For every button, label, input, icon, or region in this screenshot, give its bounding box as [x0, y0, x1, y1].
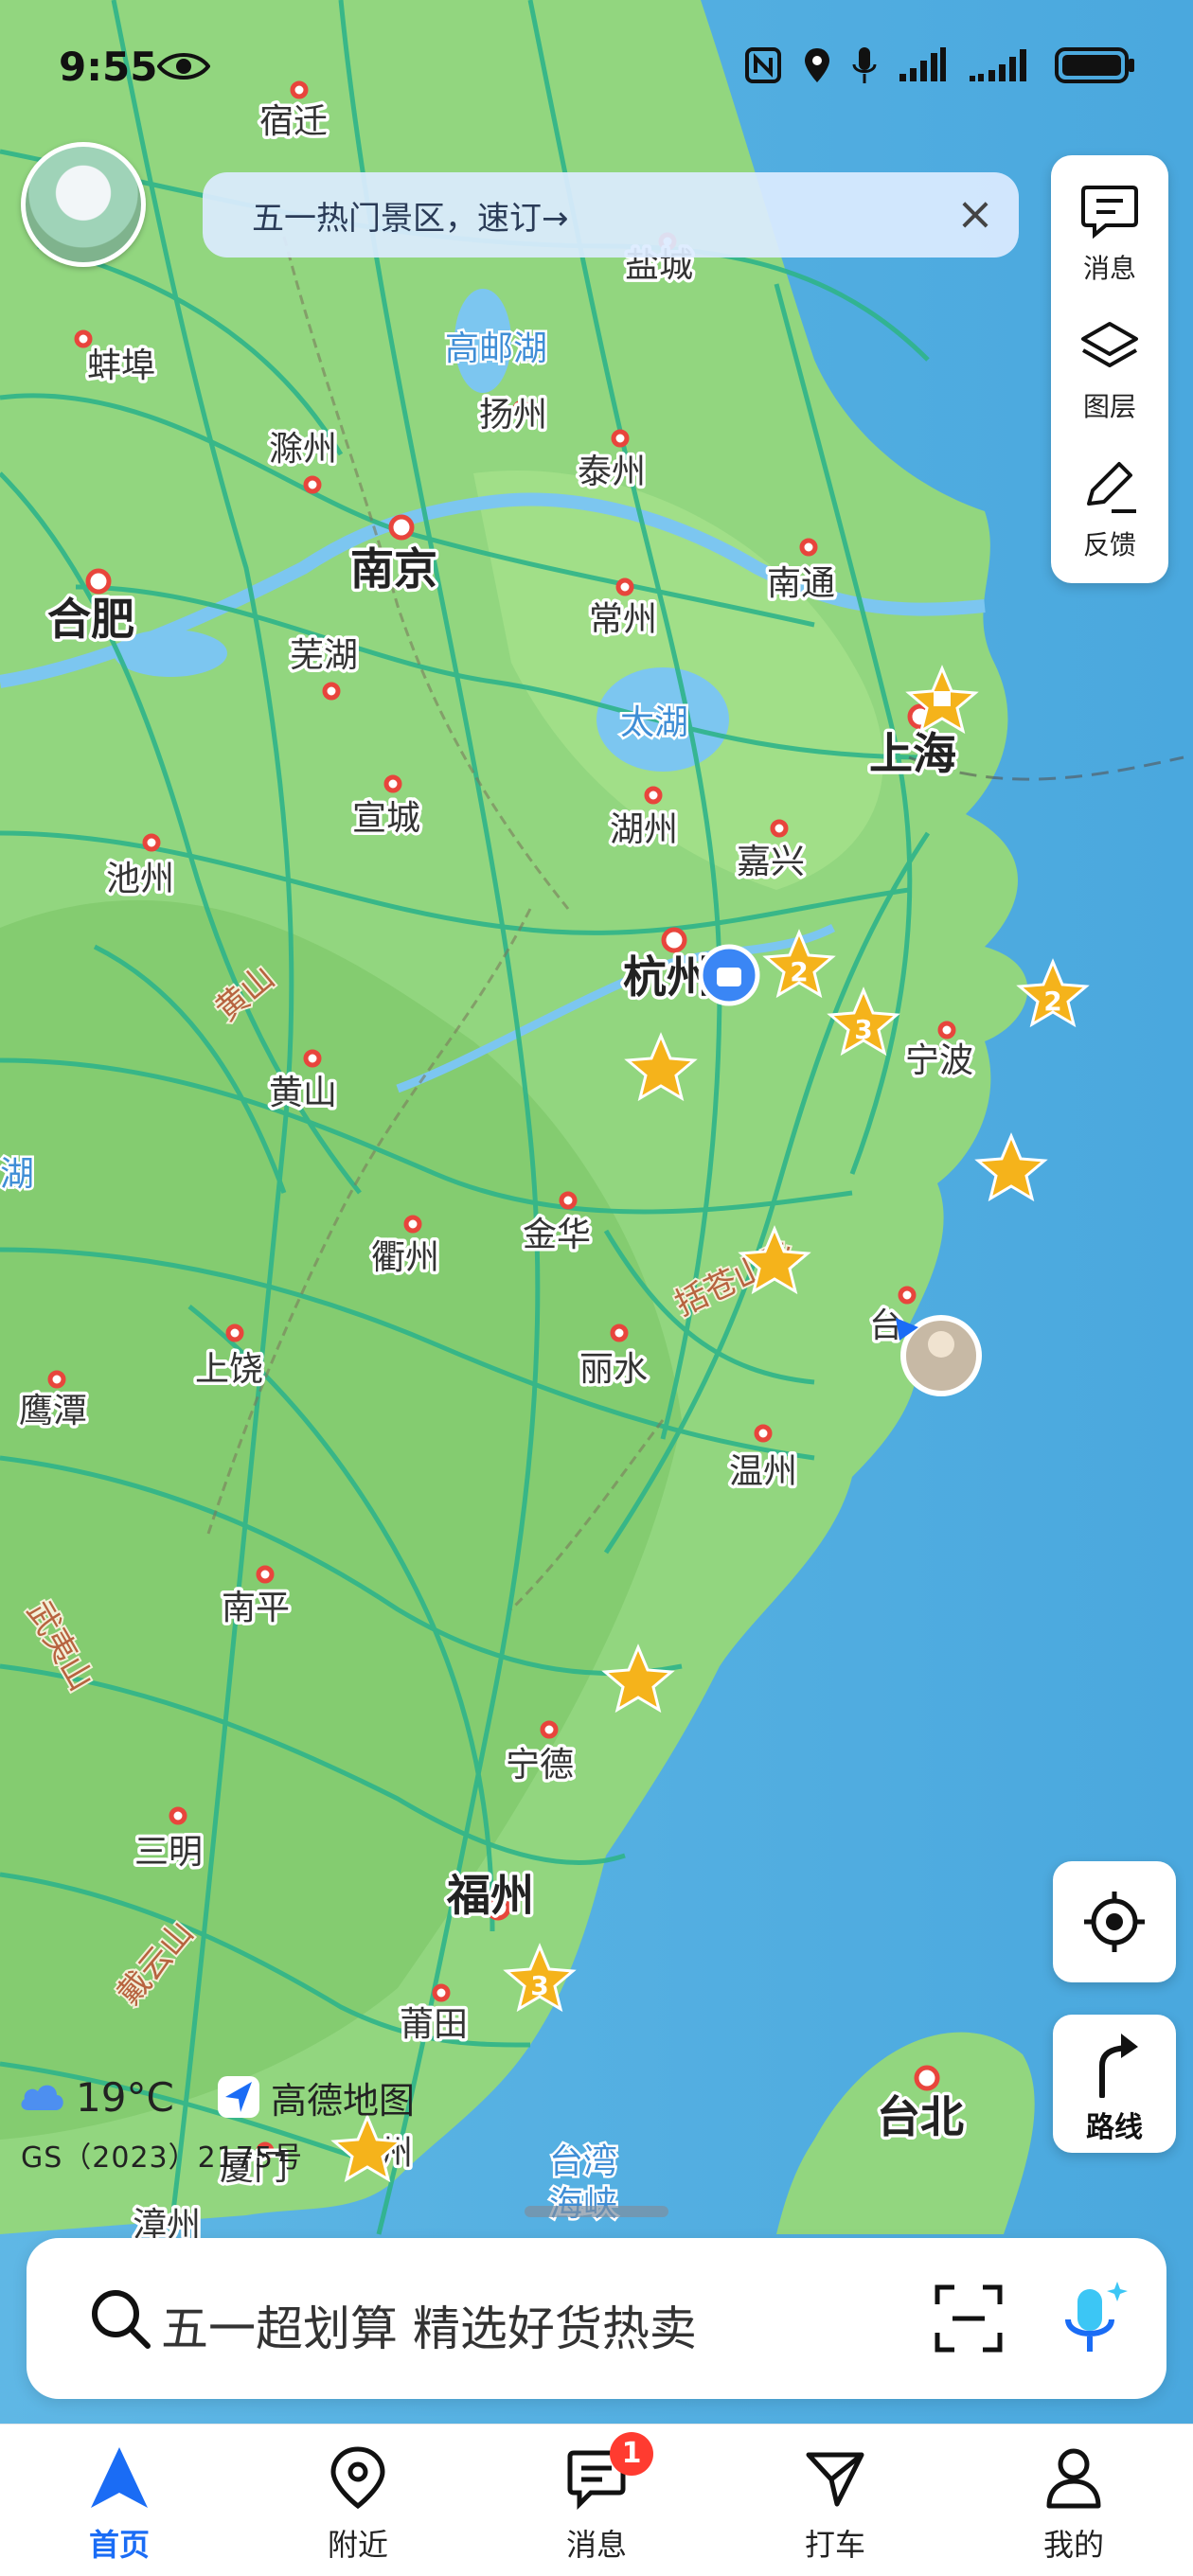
tab-messages-label: 消息	[565, 2527, 627, 2563]
status-time: 9:55	[59, 44, 158, 90]
map-city-yingtan[interactable]: 鹰潭	[16, 1389, 91, 1434]
tab-nearby-label: 附近	[327, 2527, 388, 2563]
map-city-changzhou[interactable]: 常州	[586, 597, 661, 643]
cluster-count: 2	[1043, 986, 1061, 1017]
status-icons	[744, 45, 1136, 85]
map-city-nantong[interactable]: 南通	[764, 561, 839, 607]
tab-home[interactable]: 首页	[0, 2425, 239, 2576]
messages-badge: 1	[610, 2432, 653, 2476]
map-city-chizhou[interactable]: 池州	[103, 857, 178, 902]
map-city-hangzhou[interactable]: 杭州	[620, 949, 714, 1006]
map-city-yangzhou[interactable]: 扬州	[476, 393, 551, 438]
map-label-taiwan-strait-2: 海峡	[549, 2185, 617, 2224]
search-input[interactable]: 五一超划算 精选好货热卖	[161, 2291, 697, 2359]
map-city-shanghai[interactable]: 上海	[866, 725, 960, 783]
location-pin-icon	[330, 2446, 385, 2510]
scan-icon[interactable]	[934, 2283, 1004, 2354]
cloud-icon	[21, 2085, 63, 2110]
map-city-fuzhou[interactable]: 福州	[443, 1867, 538, 1925]
navigation-arrow-icon	[91, 2447, 148, 2508]
brand-name: 高德地图	[271, 2079, 416, 2122]
map-city-ningde[interactable]: 宁德	[503, 1743, 578, 1788]
avatar[interactable]	[21, 142, 146, 267]
layers-button[interactable]: 图层	[1051, 299, 1168, 432]
cluster-count: 3	[854, 1014, 872, 1045]
map-city-hefei[interactable]: 合肥	[45, 591, 138, 648]
signal-strength-2-icon	[970, 49, 1026, 81]
map-city-sanming[interactable]: 三明	[132, 1830, 206, 1875]
tab-mine-label: 我的	[1042, 2527, 1104, 2563]
message-icon	[1081, 186, 1138, 240]
map-city-taibei[interactable]: 台北	[874, 2088, 968, 2146]
eye-icon	[157, 53, 210, 80]
map-city-wenzhou[interactable]: 温州	[726, 1449, 801, 1495]
user-icon	[1046, 2448, 1101, 2509]
tab-messages[interactable]: 1 消息	[477, 2425, 716, 2576]
tab-nearby[interactable]: 附近	[239, 2425, 477, 2576]
map-label-taiwan-strait-1: 台湾	[549, 2142, 617, 2181]
route-button[interactable]: 路线	[1053, 2015, 1176, 2153]
map-tools-panel: 消息 图层 反馈	[1051, 155, 1168, 583]
tab-mine[interactable]: 我的	[954, 2425, 1193, 2576]
status-bar: 9:55	[0, 0, 1193, 133]
cluster-count: 3	[530, 1970, 548, 2001]
weather-widget[interactable]: 19°C	[17, 2073, 174, 2121]
bottom-tab-bar: 首页 附近 1 消息 打车 我的	[0, 2424, 1193, 2576]
map-label-tai-lake: 太湖	[620, 703, 688, 742]
search-icon	[92, 2290, 151, 2349]
map-city-jiaxing[interactable]: 嘉兴	[734, 840, 809, 885]
map-city-shangrao[interactable]: 上饶	[192, 1347, 267, 1393]
map-city-putian[interactable]: 莆田	[397, 2002, 472, 2048]
amap-logo-icon	[218, 2076, 259, 2118]
tab-taxi[interactable]: 打车	[716, 2425, 954, 2576]
layers-icon	[1081, 322, 1138, 367]
map-city-lishui[interactable]: 丽水	[577, 1347, 651, 1393]
map-city-wuhu[interactable]: 芜湖	[287, 633, 362, 679]
map-city-huzhou[interactable]: 湖州	[607, 808, 682, 853]
map-label-gaoyou-lake: 高邮湖	[445, 329, 547, 368]
weather-temperature: 19°C	[76, 2073, 174, 2121]
crosshair-icon	[1084, 1892, 1145, 1952]
signal-strength-icon	[899, 47, 946, 81]
map-city-quzhou[interactable]: 衢州	[368, 1235, 443, 1281]
map-city-taizhou-js[interactable]: 泰州	[575, 450, 650, 495]
map-city-bengbu[interactable]: 蚌埠	[84, 344, 159, 389]
bag-poi-hangzhou[interactable]	[698, 944, 760, 1006]
promo-banner-text[interactable]: 五一热门景区，速订→	[252, 192, 569, 239]
voice-microphone-icon[interactable]	[1049, 2276, 1134, 2361]
map-canvas[interactable]: 高邮湖 太湖 台湾 海峡 湖 黄山 括苍山脉 武夷山 戴云山 宿迁 盐城 蚌埠 …	[0, 0, 1193, 2575]
search-card[interactable]: 五一超划算 精选好货热卖	[27, 2238, 1166, 2399]
brand-logo: 高德地图	[216, 2073, 416, 2122]
drag-handle[interactable]	[525, 2206, 668, 2217]
route-label: 路线	[1086, 2111, 1143, 2144]
feedback-edit-icon	[1087, 462, 1136, 513]
map-license: GS（2023）2175号	[21, 2141, 303, 2175]
map-city-huangshan[interactable]: 黄山	[266, 1071, 341, 1116]
feedback-label: 反馈	[1082, 529, 1136, 560]
messages-button[interactable]: 消息	[1051, 161, 1168, 293]
battery-icon	[1055, 47, 1134, 83]
map-city-xuancheng[interactable]: 宣城	[349, 796, 424, 842]
layers-label: 图层	[1082, 391, 1136, 422]
map-city-nanping[interactable]: 南平	[219, 1586, 294, 1631]
map-city-nanjing[interactable]: 南京	[347, 541, 441, 598]
map-city-ningbo[interactable]: 宁波	[902, 1039, 977, 1084]
feedback-button[interactable]: 反馈	[1051, 437, 1168, 570]
cluster-count: 2	[790, 956, 808, 987]
tab-taxi-label: 打车	[804, 2527, 865, 2563]
locate-me-button[interactable]	[1053, 1861, 1176, 1982]
route-arrow-icon	[1099, 2034, 1138, 2098]
promo-banner[interactable]: 五一热门景区，速订→ ×	[203, 172, 1019, 258]
map-city-chuzhou[interactable]: 滁州	[266, 427, 341, 472]
messages-label: 消息	[1082, 253, 1136, 284]
location-icon	[805, 48, 829, 82]
microphone-icon	[852, 47, 877, 83]
tab-home-label: 首页	[88, 2527, 150, 2563]
close-icon[interactable]: ×	[949, 187, 1002, 240]
map-label-lake-edge: 湖	[0, 1155, 34, 1194]
map-city-jinhua[interactable]: 金华	[520, 1213, 595, 1258]
nfc-icon	[745, 47, 781, 83]
taxi-arrow-icon	[806, 2452, 864, 2507]
